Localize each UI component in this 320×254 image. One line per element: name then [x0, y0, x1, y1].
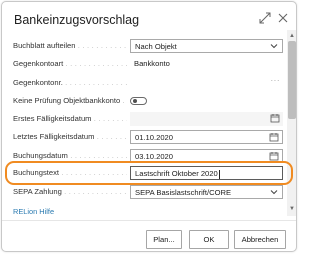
letztes-faellig-field[interactable]: 01.10.2020	[130, 130, 283, 144]
row-letztes-faellig: Letztes Fälligkeitsdatum 01.10.2020	[13, 130, 283, 144]
label-keine-pruefung: Keine Prüfung Objektbankkonto	[13, 96, 127, 105]
scroll-down-icon[interactable]: ▼	[288, 205, 296, 213]
more-options-icon[interactable]: ···	[271, 76, 281, 85]
buchblatt-value: Nach Objekt	[135, 42, 177, 51]
chevron-down-icon	[270, 190, 278, 195]
calendar-icon[interactable]	[269, 151, 279, 161]
row-sepa: SEPA Zahlung SEPA Basislastschrift/CORE	[13, 185, 283, 199]
plan-button[interactable]: Plan...	[146, 230, 182, 249]
keine-pruefung-toggle[interactable]	[130, 97, 147, 105]
text-cursor	[218, 169, 220, 179]
close-icon[interactable]	[276, 11, 290, 25]
row-erstes-faellig: Erstes Fälligkeitsdatum	[13, 112, 283, 126]
erstes-faellig-field[interactable]	[130, 112, 283, 126]
scroll-up-icon[interactable]: ▲	[288, 32, 296, 40]
calendar-icon[interactable]	[270, 113, 280, 123]
gegenkontonr-field[interactable]: ···	[130, 76, 283, 90]
row-buchungstext: Buchungstext Lastschrift Oktober 2020	[13, 166, 283, 180]
gegenkontoart-field: Bankkonto	[130, 57, 283, 71]
row-gegenkontoart: Gegenkontoart Bankkonto	[13, 57, 283, 71]
label-erstes-faellig: Erstes Fälligkeitsdatum	[13, 114, 127, 123]
row-buchblatt: Buchblatt aufteilen Nach Objekt	[13, 39, 283, 53]
scrollbar-thumb[interactable]	[288, 41, 296, 119]
label-buchungsdatum: Buchungsdatum	[13, 151, 127, 160]
dialog: Bankeinzugsvorschlag ▲ ▼ Buchblatt aufte…	[1, 1, 297, 252]
letztes-faellig-value: 01.10.2020	[135, 133, 174, 142]
label-gegenkontoart: Gegenkontoart	[13, 59, 127, 68]
label-gegenkontonr: Gegenkontonr.	[13, 78, 127, 87]
label-sepa: SEPA Zahlung	[13, 187, 127, 196]
dialog-title: Bankeinzugsvorschlag	[14, 13, 140, 27]
row-gegenkontonr: Gegenkontonr. ···	[13, 76, 283, 90]
buchungstext-value: Lastschrift Oktober 2020	[135, 169, 218, 178]
toggle-knob	[133, 99, 137, 103]
ok-button[interactable]: OK	[189, 230, 229, 249]
cancel-button[interactable]: Abbrechen	[234, 230, 286, 249]
row-keine-pruefung: Keine Prüfung Objektbankkonto	[13, 94, 283, 108]
sepa-value: SEPA Basislastschrift/CORE	[135, 188, 232, 197]
help-link[interactable]: RELion Hilfe	[13, 207, 54, 216]
gegenkontoart-value: Bankkonto	[134, 59, 170, 68]
buchungsdatum-value: 03.10.2020	[135, 152, 174, 161]
expand-icon[interactable]	[258, 11, 272, 25]
footer-divider	[2, 220, 296, 221]
sepa-select[interactable]: SEPA Basislastschrift/CORE	[130, 185, 283, 199]
chevron-down-icon	[270, 44, 278, 49]
buchblatt-select[interactable]: Nach Objekt	[130, 39, 283, 53]
buchungstext-input[interactable]: Lastschrift Oktober 2020	[130, 166, 283, 180]
label-letztes-faellig: Letztes Fälligkeitsdatum	[13, 132, 127, 141]
label-buchungstext: Buchungstext	[13, 168, 127, 177]
calendar-icon[interactable]	[269, 132, 279, 142]
label-buchblatt: Buchblatt aufteilen	[13, 41, 127, 50]
